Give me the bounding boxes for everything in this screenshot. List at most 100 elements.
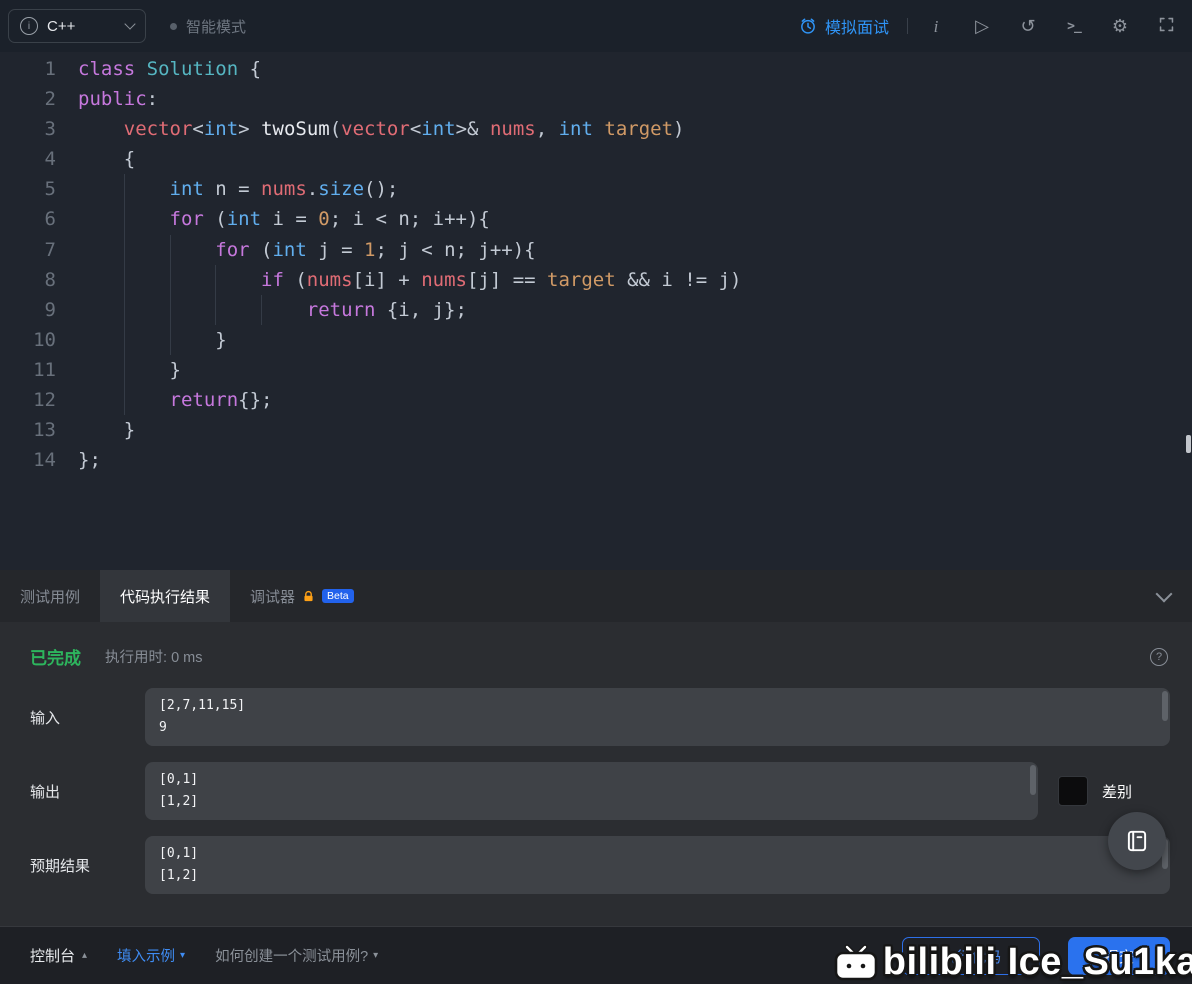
code-line[interactable]: 9 return {i, j};: [0, 295, 1192, 325]
smart-mode-indicator: 智能模式: [170, 0, 246, 52]
language-selector[interactable]: i C++: [8, 9, 146, 43]
indent-guide: [124, 385, 170, 415]
result-row: 输出 [0,1] [1,2] 差别: [30, 762, 1170, 820]
caret-up-icon: ▴: [82, 949, 88, 961]
code-line[interactable]: 13}: [0, 415, 1192, 445]
value-line: [1,2]: [159, 794, 199, 809]
submit-button[interactable]: 提交: [1068, 937, 1170, 975]
value-line: [2,7,11,15]: [159, 698, 246, 713]
code-line[interactable]: 4{: [0, 144, 1192, 174]
result-row: 预期结果 [0,1] [1,2]: [30, 836, 1170, 894]
caret-down-icon: ▾: [373, 949, 379, 961]
fullscreen-icon[interactable]: [1156, 16, 1176, 36]
toolbar-divider: [907, 18, 908, 34]
line-number: 6: [44, 208, 56, 231]
scrollbar-thumb[interactable]: [1030, 765, 1036, 795]
indent-guide: [170, 265, 216, 295]
code-line[interactable]: 10}: [0, 325, 1192, 355]
code-workspace: i C++ 智能模式 模拟面试 i ▷ ↺ >_ ⚙ 1 class Solut…: [0, 0, 1192, 984]
play-icon[interactable]: ▷: [972, 17, 992, 35]
mode-label: 智能模式: [186, 18, 247, 36]
caret-down-icon: ▾: [180, 949, 186, 961]
tab-debugger[interactable]: 调试器 Beta: [230, 570, 374, 622]
tab-label: 代码执行结果: [120, 588, 211, 606]
console-toggle[interactable]: 控制台 ▴: [30, 945, 87, 966]
code-lines: 1 class Solution {2 public: 3 vector<int> tw…: [0, 54, 1192, 475]
indent-guide: [78, 295, 124, 325]
code-line[interactable]: 8 if (nums[i] + nums[j] == target && i !=…: [0, 265, 1192, 295]
code-line[interactable]: 1 class Solution {: [0, 54, 1192, 84]
collapse-panel-icon[interactable]: [1155, 585, 1173, 603]
line-number: 14: [33, 449, 56, 472]
alarm-clock-icon: [801, 18, 815, 34]
diff-color-swatch[interactable]: [1058, 776, 1088, 806]
code-text: return{};: [78, 385, 273, 415]
run-code-button[interactable]: 执行代码: [902, 937, 1040, 975]
indent-guide: [78, 355, 124, 385]
value-box[interactable]: [2,7,11,15] 9: [145, 688, 1170, 746]
line-number: 5: [44, 178, 56, 201]
info-icon[interactable]: i: [926, 18, 946, 35]
help-circle-icon[interactable]: ?: [1150, 647, 1168, 666]
code-line[interactable]: 3 vector<int> twoSum(vector<int>& nums, i…: [0, 114, 1192, 144]
field-label: 输入: [30, 709, 61, 727]
fill-example-label: 填入示例: [117, 949, 176, 965]
code-text: {: [78, 144, 135, 174]
result-row: 输入 [2,7,11,15] 9: [30, 688, 1170, 746]
runtime-label: 执行用时:: [105, 650, 168, 666]
editor-scrollbar[interactable]: [1186, 435, 1191, 453]
value-line: 9: [159, 720, 167, 735]
line-number: 1: [44, 58, 56, 80]
code-line[interactable]: 5 int n = nums.size();: [0, 174, 1192, 204]
tab-run-result[interactable]: 代码执行结果: [100, 570, 231, 622]
status-text: 已完成: [30, 649, 81, 668]
line-number: 9: [44, 298, 56, 321]
fill-example-button[interactable]: 填入示例 ▾: [117, 945, 185, 966]
line-number: 11: [33, 358, 56, 381]
indent-guide: [261, 295, 307, 325]
indent-guide: [124, 235, 170, 265]
runtime-text: 执行用时: 0 ms: [105, 646, 202, 667]
line-number: 12: [33, 389, 56, 412]
tab-testcase[interactable]: 测试用例: [0, 570, 100, 622]
code-editor[interactable]: 1 class Solution {2 public: 3 vector<int> tw…: [0, 52, 1192, 572]
value-box[interactable]: [0,1] [1,2]: [145, 762, 1038, 820]
line-number: 3: [44, 118, 56, 141]
toolbar-actions: 模拟面试 i ▷ ↺ >_ ⚙: [799, 0, 1176, 52]
status-row: 已完成 执行用时: 0 ms ?: [30, 644, 1168, 669]
info-circle-icon: i: [20, 17, 38, 35]
line-number: 7: [44, 238, 56, 261]
code-line[interactable]: 11}: [0, 355, 1192, 385]
line-number: 10: [33, 328, 56, 351]
indent-guide: [78, 385, 124, 415]
runtime-value: 0 ms: [171, 650, 203, 666]
terminal-icon[interactable]: >_: [1064, 20, 1084, 33]
diff-control[interactable]: 差别: [1058, 776, 1170, 806]
indent-guide: [78, 174, 124, 204]
field-label: 输出: [30, 783, 61, 801]
indent-guide: [124, 295, 170, 325]
chevron-down-icon: [124, 18, 136, 30]
code-line[interactable]: 7 for (int j = 1; j < n; j++){: [0, 235, 1192, 265]
scrollbar-thumb[interactable]: [1162, 691, 1168, 721]
code-text: }: [78, 325, 226, 355]
console-label: 控制台: [30, 948, 76, 965]
code-line[interactable]: 12 return{};: [0, 385, 1192, 415]
indent-guide: [170, 235, 216, 265]
toolbar: i C++ 智能模式 模拟面试 i ▷ ↺ >_ ⚙: [0, 0, 1192, 53]
code-line[interactable]: 2 public:: [0, 84, 1192, 114]
gear-icon[interactable]: ⚙: [1110, 17, 1130, 35]
tab-label: 调试器: [250, 588, 296, 606]
line-number: 13: [33, 419, 56, 442]
value-box[interactable]: [0,1] [1,2]: [145, 836, 1170, 894]
help-link[interactable]: 如何创建一个测试用例? ▾: [215, 945, 378, 966]
reset-icon[interactable]: ↺: [1018, 17, 1038, 35]
code-line[interactable]: 14};: [0, 445, 1192, 475]
notebook-fab[interactable]: [1108, 812, 1166, 870]
code-line[interactable]: 6 for (int i = 0; i < n; i++){: [0, 204, 1192, 234]
field-label: 预期结果: [30, 857, 91, 875]
indent-guide: [170, 325, 216, 355]
line-number: 4: [44, 148, 56, 171]
mock-interview-button[interactable]: 模拟面试: [799, 14, 889, 38]
indent-guide: [124, 265, 170, 295]
